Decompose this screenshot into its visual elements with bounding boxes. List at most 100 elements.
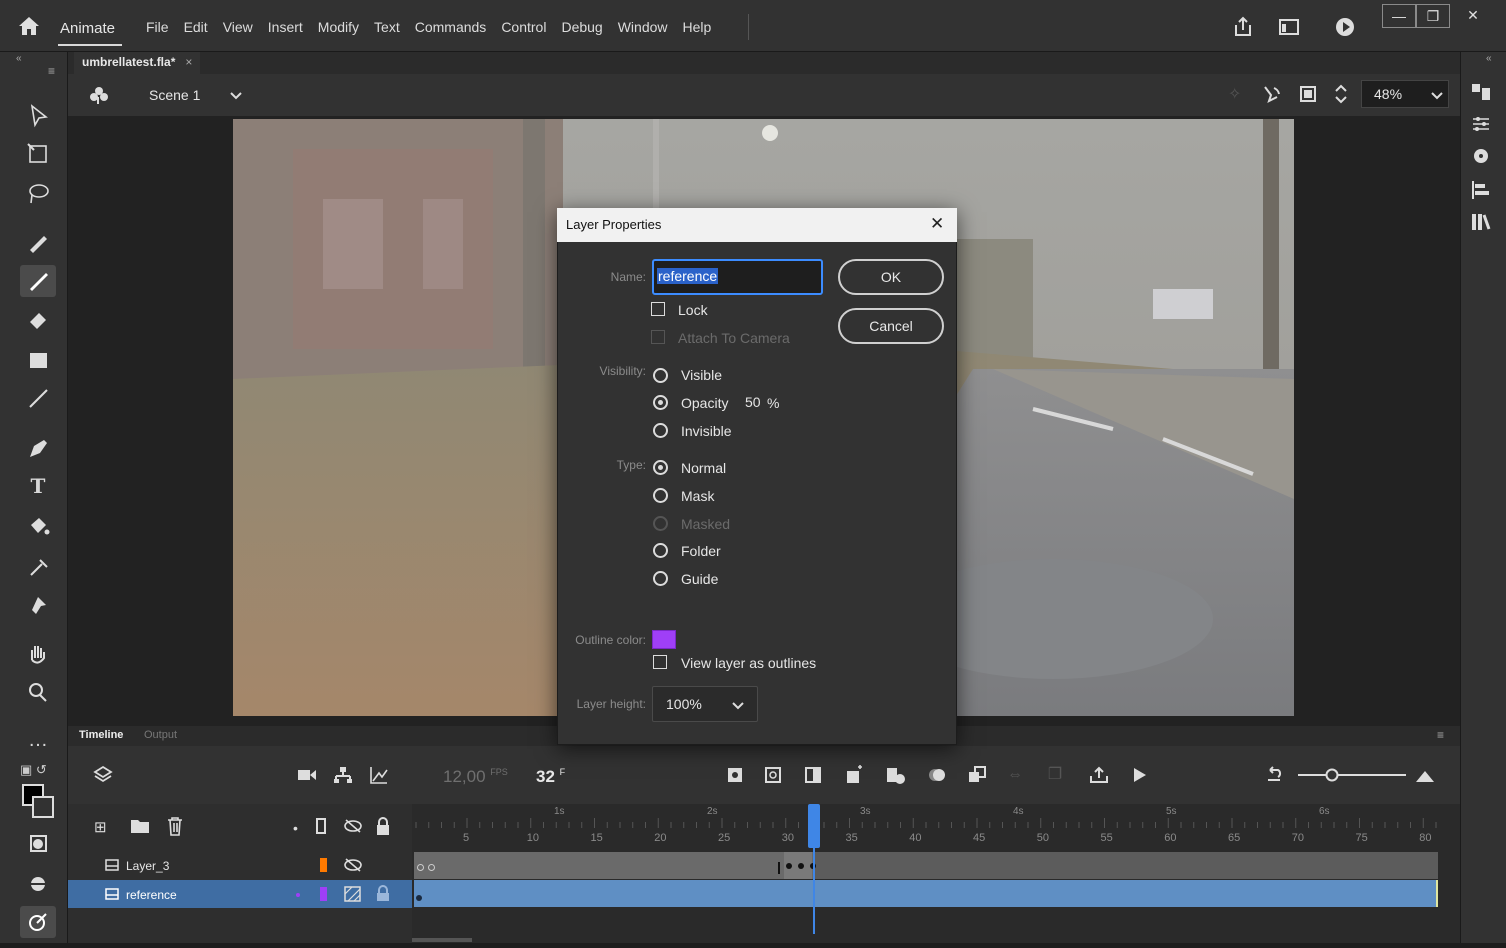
menu-debug[interactable]: Debug xyxy=(561,19,602,35)
layer-name-value[interactable]: reference xyxy=(657,268,719,284)
home-icon[interactable] xyxy=(18,16,40,36)
object-drawing-icon[interactable] xyxy=(20,828,56,860)
tab-output[interactable]: Output xyxy=(144,729,177,741)
restore-button[interactable]: ❐ xyxy=(1416,4,1450,28)
rotate-stage-icon[interactable] xyxy=(1260,83,1282,105)
insert-frame-icon[interactable] xyxy=(802,764,824,786)
lock-layers-icon[interactable] xyxy=(375,816,391,836)
play-icon[interactable] xyxy=(1128,764,1150,786)
lasso-tool-icon[interactable] xyxy=(20,178,56,210)
eraser-tool-icon[interactable] xyxy=(20,304,56,336)
collapse-panel-icon[interactable]: « xyxy=(16,53,22,64)
frame-track-reference[interactable] xyxy=(414,880,1438,907)
playhead-handle[interactable] xyxy=(808,804,820,848)
pin-tool-icon[interactable] xyxy=(20,590,56,622)
rectangle-tool-icon[interactable] xyxy=(20,344,56,376)
type-masked-radio[interactable] xyxy=(653,516,668,531)
menu-view[interactable]: View xyxy=(223,19,253,35)
document-tab[interactable]: umbrellatest.fla* × xyxy=(74,52,201,74)
zoom-tool-icon[interactable] xyxy=(20,676,56,708)
properties-panel-icon[interactable] xyxy=(1468,112,1494,136)
current-frame[interactable]: 32 F xyxy=(536,767,565,787)
view-outlines-checkbox[interactable] xyxy=(653,655,667,669)
dialog-close-icon[interactable]: ✕ xyxy=(930,214,944,234)
type-normal-radio[interactable] xyxy=(653,460,668,475)
assets-panel-icon[interactable] xyxy=(1468,144,1494,168)
layer-parenting-icon[interactable] xyxy=(332,764,354,786)
timeline-menu-icon[interactable]: ≡ xyxy=(1437,728,1444,742)
share-icon[interactable] xyxy=(1232,16,1254,38)
menu-commands[interactable]: Commands xyxy=(415,19,487,35)
free-transform-tool-icon[interactable] xyxy=(20,138,56,170)
lock-checkbox[interactable] xyxy=(651,302,665,316)
visible-radio[interactable] xyxy=(653,368,668,383)
menu-modify[interactable]: Modify xyxy=(318,19,359,35)
attach-camera-checkbox[interactable] xyxy=(651,330,665,344)
opacity-radio[interactable] xyxy=(653,395,668,410)
timeline-zoom-slider[interactable] xyxy=(1296,766,1408,784)
delete-layer-icon[interactable] xyxy=(166,816,184,836)
app-name[interactable]: Animate xyxy=(60,20,115,37)
type-mask-radio[interactable] xyxy=(653,488,668,503)
edit-symbol-icon[interactable] xyxy=(88,84,110,106)
swap-colors-icon[interactable]: ▣ ↺ xyxy=(20,762,47,778)
line-tool-icon[interactable] xyxy=(20,382,56,414)
fit-frames-icon[interactable] xyxy=(1414,764,1436,786)
close-tab-icon[interactable]: × xyxy=(185,55,192,69)
center-stage-icon[interactable]: ✧ xyxy=(1228,84,1241,104)
tab-timeline[interactable]: Timeline xyxy=(79,729,123,741)
outline-color-swatch[interactable] xyxy=(652,630,676,649)
ok-button[interactable]: OK xyxy=(838,259,944,295)
selection-tool-icon[interactable] xyxy=(20,100,56,132)
keyframe-marker[interactable] xyxy=(416,895,422,901)
edit-toolbar-button[interactable] xyxy=(20,906,56,938)
opacity-eye-icon[interactable] xyxy=(344,886,361,902)
menu-file[interactable]: File xyxy=(146,19,169,35)
menu-help[interactable]: Help xyxy=(683,19,712,35)
layers-icon[interactable] xyxy=(92,764,114,786)
timeline-scrollbar[interactable] xyxy=(412,938,472,942)
zoom-stepper-icon[interactable] xyxy=(1334,82,1348,106)
type-guide-radio[interactable] xyxy=(653,571,668,586)
layer-height-chevron-icon[interactable] xyxy=(731,698,745,712)
hide-layers-icon[interactable] xyxy=(343,818,363,834)
undo-zoom-icon[interactable] xyxy=(1264,764,1286,786)
camera-icon[interactable] xyxy=(296,764,318,786)
layer-color-chip[interactable] xyxy=(320,858,327,872)
graph-icon[interactable] xyxy=(368,764,390,786)
loop-icon[interactable]: ⇔ xyxy=(1004,764,1026,786)
onion-skin-icon[interactable] xyxy=(926,764,948,786)
hand-tool-icon[interactable] xyxy=(20,638,56,670)
type-folder-radio[interactable] xyxy=(653,543,668,558)
menu-insert[interactable]: Insert xyxy=(268,19,303,35)
zoom-dropdown-icon[interactable] xyxy=(1430,88,1444,102)
eyedropper-icon[interactable] xyxy=(20,550,56,582)
close-window-button[interactable]: ✕ xyxy=(1456,4,1490,28)
library-panel-icon[interactable] xyxy=(1468,80,1494,104)
brush-tool-button[interactable] xyxy=(20,265,56,297)
outline-layers-icon[interactable] xyxy=(316,818,326,834)
panel-menu-icon[interactable]: ≡ xyxy=(48,64,55,78)
frame-rate[interactable]: 12,00 FPS xyxy=(443,767,508,787)
menu-edit[interactable]: Edit xyxy=(184,19,208,35)
workspace-layout-icon[interactable] xyxy=(1278,16,1300,38)
fluid-brush-icon[interactable] xyxy=(20,226,56,258)
paste-frames-icon[interactable]: ❐ xyxy=(1044,764,1066,786)
snap-icon[interactable] xyxy=(20,868,56,900)
menu-text[interactable]: Text xyxy=(374,19,400,35)
scene-selector[interactable]: Scene 1 xyxy=(149,87,200,103)
clip-canvas-icon[interactable] xyxy=(1298,84,1318,104)
invisible-radio[interactable] xyxy=(653,423,668,438)
align-panel-icon[interactable] xyxy=(1468,178,1494,202)
opacity-value[interactable]: 50 xyxy=(745,394,761,410)
libraries-panel-icon[interactable] xyxy=(1468,210,1494,234)
blank-keyframe-marker[interactable] xyxy=(417,864,424,871)
new-folder-icon[interactable] xyxy=(130,818,150,834)
pen-tool-icon[interactable] xyxy=(20,432,56,464)
keyframe-marker[interactable] xyxy=(786,863,792,869)
test-movie-icon[interactable] xyxy=(1334,16,1356,38)
paint-bucket-icon[interactable] xyxy=(20,510,56,542)
hidden-eye-icon[interactable] xyxy=(343,858,363,872)
new-layer-icon[interactable]: ⊞ xyxy=(94,818,107,836)
create-tween-icon[interactable] xyxy=(884,764,906,786)
